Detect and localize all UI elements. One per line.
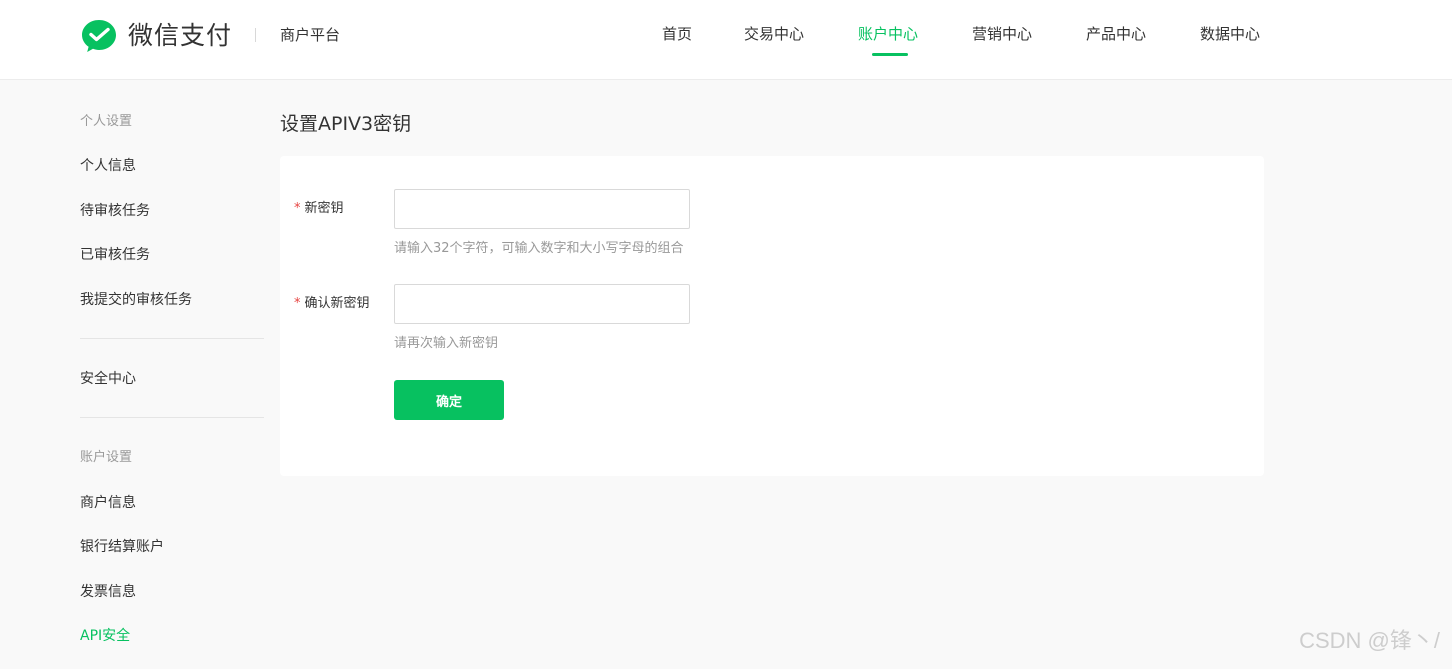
nav-item-data-center[interactable]: 数据中心 [1200, 22, 1260, 46]
required-mark: * [294, 201, 301, 216]
top-header: 微信支付 商户平台 首页 交易中心 账户中心 营销中心 产品中心 数据中心 [0, 0, 1452, 80]
confirm-key-input[interactable] [394, 284, 690, 324]
sidebar-item-reviewed[interactable]: 已审核任务 [80, 245, 150, 265]
sidebar-divider [80, 417, 264, 418]
sidebar-item-invoice-info[interactable]: 发票信息 [80, 582, 136, 602]
nav-item-account-center-label: 账户中心 [858, 25, 919, 43]
new-key-label: * 新密钥 [294, 199, 344, 219]
sidebar-section-account: 账户设置 [80, 450, 133, 465]
apiv3-key-form: * 新密钥 请输入32个字符，可输入数字和大小写字母的组合 * 确认新密钥 请再次输… [280, 156, 1264, 476]
page-title: 设置APIV3密钥 [280, 113, 412, 135]
sidebar-item-my-submitted[interactable]: 我提交的审核任务 [80, 290, 192, 310]
nav-active-indicator [872, 53, 908, 56]
new-key-hint: 请输入32个字符，可输入数字和大小写字母的组合 [394, 241, 684, 256]
nav-item-marketing-center[interactable]: 营销中心 [972, 22, 1032, 46]
wechat-pay-logo-icon [82, 20, 116, 52]
sidebar-item-pending-review[interactable]: 待审核任务 [80, 201, 150, 221]
sidebar-divider [80, 338, 264, 339]
sidebar-section-personal: 个人设置 [80, 114, 133, 129]
nav-item-trade-center[interactable]: 交易中心 [744, 22, 804, 46]
confirm-key-hint: 请再次输入新密钥 [394, 336, 499, 351]
sidebar-item-security-center[interactable]: 安全中心 [80, 369, 136, 389]
sidebar-item-bank-account[interactable]: 银行结算账户 [80, 537, 164, 557]
nav-item-account-center[interactable]: 账户中心 [858, 22, 919, 56]
confirm-key-label-text: 确认新密钥 [304, 296, 370, 311]
sidebar-item-merchant-info[interactable]: 商户信息 [80, 493, 136, 513]
brand-logo[interactable]: 微信支付 [80, 16, 232, 56]
nav-item-product-center[interactable]: 产品中心 [1086, 22, 1146, 46]
sidebar-item-api-security[interactable]: API安全 [80, 626, 130, 646]
sidebar-item-personal-info[interactable]: 个人信息 [80, 156, 136, 176]
required-mark: * [294, 296, 301, 311]
confirm-key-label: * 确认新密钥 [294, 294, 370, 314]
header-divider [255, 28, 256, 42]
csdn-watermark: CSDN @锋丶/ [1299, 628, 1440, 653]
platform-name: 商户平台 [280, 26, 341, 44]
brand-name: 微信支付 [128, 21, 233, 50]
confirm-button[interactable]: 确定 [394, 380, 504, 420]
new-key-label-text: 新密钥 [304, 201, 344, 216]
nav-item-home[interactable]: 首页 [662, 22, 692, 46]
new-key-input[interactable] [394, 189, 690, 229]
